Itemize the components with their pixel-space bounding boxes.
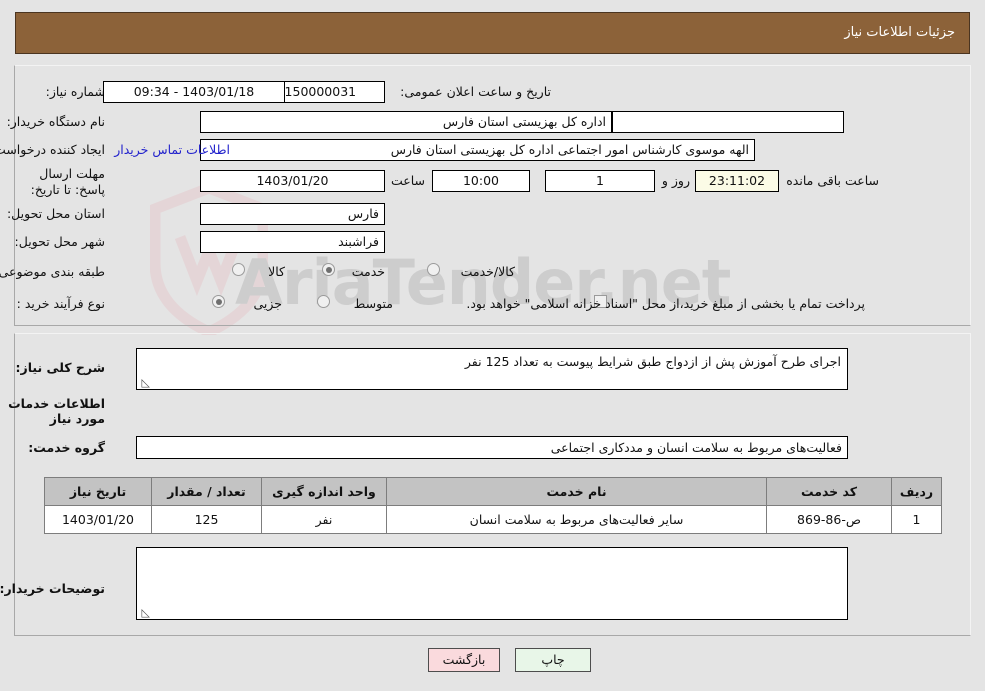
deadline-date-value: 1403/01/20 [200,170,385,192]
need-description-label: شرح کلی نیاز: [15,360,105,375]
treasury-bond-text: پرداخت تمام یا بخشی از مبلغ خرید،از محل … [466,296,865,311]
buyer-org-label: نام دستگاه خریدار: [6,114,105,129]
public-announce-label: تاریخ و ساعت اعلان عمومی: [400,84,551,99]
category-radio-kala[interactable] [232,263,245,276]
deadline-hour-label: ساعت [390,173,425,188]
print-button[interactable]: چاپ [515,648,591,672]
process-radio-jozei[interactable] [212,295,225,308]
request-creator-label: ایجاد کننده درخواست: [0,142,105,157]
process-radio-motavaset[interactable] [317,295,330,308]
service-group-value: فعالیت‌های مربوط به سلامت انسان و مددکار… [136,436,848,459]
city-label: شهر محل تحویل: [14,234,105,249]
col-header-unit: واحد اندازه گیری [261,477,387,506]
province-label: استان محل تحویل: [6,206,105,221]
process-label-motavaset: متوسط [353,296,393,311]
col-header-row-no: ردیف [891,477,942,506]
category-label-kala-khedmat: کالا/خدمت [460,264,515,279]
buyer-contact-link[interactable]: اطلاعات تماس خریدار [114,142,230,157]
request-creator-value: الهه موسوی کارشناس امور اجتماعی اداره کل… [200,139,755,161]
remaining-time-value: 23:11:02 [695,170,779,192]
buyer-notes-textarea[interactable]: ◺ [136,547,848,620]
back-button[interactable]: بازگشت [428,648,500,672]
col-header-service-code: کد خدمت [766,477,892,506]
col-header-quantity: تعداد / مقدار [151,477,262,506]
process-label-jozei: جزیی [253,296,282,311]
cell-need-date: 1403/01/20 [44,505,152,534]
col-header-service-name: نام خدمت [386,477,767,506]
buyer-org-value: اداره کل بهزیستی استان فارس [200,111,612,133]
category-label-khedmat: خدمت [351,264,385,279]
page-header-bar: جزئیات اطلاعات نیاز [15,12,970,54]
category-radio-kala-khedmat[interactable] [427,263,440,276]
resize-grip-icon[interactable]: ◺ [140,377,150,388]
cell-quantity: 125 [151,505,262,534]
service-group-label: گروه خدمت: [28,440,105,455]
buyer-org-extra-value [612,111,844,133]
days-and-label: روز و [661,173,690,188]
cell-row-no: 1 [891,505,942,534]
buyer-notes-label: توضیحات خریدار: [0,581,105,596]
category-label: طبقه بندی موضوعی: [0,264,105,279]
cell-service-name: سایر فعالیت‌های مربوط به سلامت انسان [386,505,767,534]
col-header-need-date: تاریخ نیاز [44,477,152,506]
resize-grip-icon[interactable]: ◺ [140,607,150,618]
need-description-textarea[interactable]: اجرای طرح آموزش پش از ازدواج طبق شرایط پ… [136,348,848,390]
page-title: جزئیات اطلاعات نیاز [844,25,955,40]
table-row: 1 ص-86-869 سایر فعالیت‌های مربوط به سلام… [44,505,942,534]
category-radio-khedmat[interactable] [322,263,335,276]
table-header-row: ردیف کد خدمت نام خدمت واحد اندازه گیری ت… [44,477,942,506]
cell-service-code: ص-86-869 [766,505,892,534]
deadline-label: مهلت ارسال پاسخ: تا تاریخ: [30,166,105,197]
remaining-days-value: 1 [545,170,655,192]
need-description-value: اجرای طرح آموزش پش از ازدواج طبق شرایط پ… [464,354,841,369]
need-number-label: شماره نیاز: [45,84,105,99]
process-label: نوع فرآیند خرید : [16,296,105,311]
services-table: ردیف کد خدمت نام خدمت واحد اندازه گیری ت… [44,477,942,534]
remaining-suffix-label: ساعت باقی مانده [786,173,879,188]
deadline-time-value: 10:00 [432,170,530,192]
province-value: فارس [200,203,385,225]
services-section-heading: اطلاعات خدمات مورد نیاز [8,396,105,426]
need-info-panel [14,65,971,326]
category-label-kala: کالا [268,264,285,279]
city-value: فراشبند [200,231,385,253]
cell-unit: نفر [261,505,387,534]
public-announce-value: 1403/01/18 - 09:34 [103,81,285,103]
